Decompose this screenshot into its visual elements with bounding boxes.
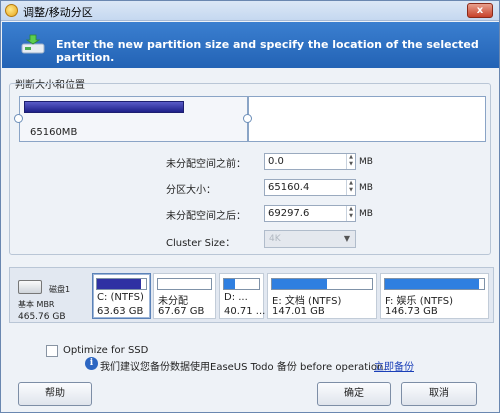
- spin-arrows-icon[interactable]: ▲ ▼: [346, 206, 355, 221]
- partition-usage-bar: [223, 278, 260, 290]
- before-unit: MB: [359, 157, 373, 167]
- help-button[interactable]: 帮助: [18, 382, 92, 406]
- partition-usage-fill: [224, 279, 235, 289]
- app-icon: [5, 4, 18, 17]
- resize-handle-right[interactable]: [243, 114, 252, 123]
- size-unit: MB: [359, 183, 373, 193]
- close-button[interactable]: x: [467, 3, 493, 18]
- partition-size: 67.67 GB: [158, 306, 205, 317]
- before-input[interactable]: 0.0 ▲ ▼: [264, 153, 356, 170]
- disk-type: 基本 MBR: [18, 300, 55, 309]
- partition-usage-fill: [97, 279, 142, 289]
- resize-handle-left[interactable]: [14, 114, 23, 123]
- cluster-size-select[interactable]: 4K ▼: [264, 230, 356, 248]
- before-value: 0.0: [268, 156, 284, 167]
- ok-button[interactable]: 确定: [317, 382, 391, 406]
- after-value: 69297.6: [268, 208, 310, 219]
- partition-map-unallocated: [248, 96, 486, 142]
- size-label: 分区大小：: [166, 185, 216, 196]
- cluster-size-value: 4K: [269, 234, 281, 244]
- backup-now-link[interactable]: 立即备份: [374, 358, 414, 373]
- size-input[interactable]: 65160.4 ▲ ▼: [264, 179, 356, 196]
- partition-usage-bar: [96, 278, 147, 290]
- after-label: 未分配空间之后：: [166, 211, 246, 222]
- partition-size: 63.63 GB: [97, 306, 144, 317]
- cancel-button[interactable]: 取消: [401, 382, 477, 406]
- partition-name: D: ...: [224, 292, 248, 303]
- partition-name: E: 文档 (NTFS): [272, 296, 342, 307]
- before-label: 未分配空间之前：: [166, 159, 246, 170]
- close-icon: x: [476, 5, 484, 16]
- partition-block-f[interactable]: F: 娱乐 (NTFS) 146.73 GB: [380, 273, 489, 319]
- hard-disk-icon: [18, 280, 42, 294]
- partition-size: 40.71 ...: [224, 306, 266, 317]
- resize-move-dialog: 调整/移动分区 x Enter the new partition size a…: [0, 0, 500, 413]
- optimize-ssd-checkbox[interactable]: [46, 345, 58, 357]
- partition-usage-bar: [271, 278, 373, 290]
- partition-usage-bar: [157, 278, 212, 290]
- after-input[interactable]: 69297.6 ▲ ▼: [264, 205, 356, 222]
- info-icon: i: [85, 357, 98, 370]
- chevron-down-icon: ▼: [343, 234, 351, 243]
- after-unit: MB: [359, 209, 373, 219]
- disk-resize-icon: [21, 34, 45, 54]
- partition-size: 146.73 GB: [385, 306, 438, 317]
- partition-block-c[interactable]: C: (NTFS) 63.63 GB: [92, 273, 151, 319]
- banner-text: Enter the new partition size and specify…: [56, 38, 479, 64]
- size-value: 65160.4: [268, 182, 310, 193]
- title-bar: 调整/移动分区 x: [1, 1, 499, 21]
- instruction-banner: Enter the new partition size and specify…: [2, 22, 499, 68]
- partition-block-d[interactable]: D: ... 40.71 ...: [219, 273, 266, 319]
- partition-block-e[interactable]: E: 文档 (NTFS) 147.01 GB: [267, 273, 377, 319]
- disk-info: 磁盘1 基本 MBR 465.76 GB: [15, 276, 95, 322]
- disk-map: 磁盘1 基本 MBR 465.76 GB C: (NTFS) 63.63 GB …: [9, 267, 494, 323]
- cluster-size-label: Cluster Size：: [166, 238, 236, 249]
- partition-name: 未分配: [158, 296, 188, 307]
- partition-block-unallocated[interactable]: 未分配 67.67 GB: [153, 273, 216, 319]
- partition-usage-fill: [385, 279, 480, 289]
- partition-size: 147.01 GB: [272, 306, 325, 317]
- disk-size: 465.76 GB: [18, 312, 66, 322]
- partition-usage-fill: [272, 279, 327, 289]
- partition-size-label: 65160MB: [30, 127, 78, 138]
- partition-name: F: 娱乐 (NTFS): [385, 296, 454, 307]
- partition-map-selected[interactable]: 65160MB: [19, 96, 248, 142]
- partition-used-bar: [24, 101, 184, 113]
- partition-usage-bar: [384, 278, 485, 290]
- window-title: 调整/移动分区: [23, 6, 93, 19]
- spin-arrows-icon[interactable]: ▲ ▼: [346, 154, 355, 169]
- partition-name: C: (NTFS): [97, 292, 144, 303]
- spin-arrows-icon[interactable]: ▲ ▼: [346, 180, 355, 195]
- disk-name: 磁盘1: [49, 285, 71, 294]
- optimize-ssd-label: Optimize for SSD: [63, 345, 149, 356]
- backup-notice: 我们建议您备份数据使用EaseUS Todo 备份 before operati…: [100, 362, 387, 373]
